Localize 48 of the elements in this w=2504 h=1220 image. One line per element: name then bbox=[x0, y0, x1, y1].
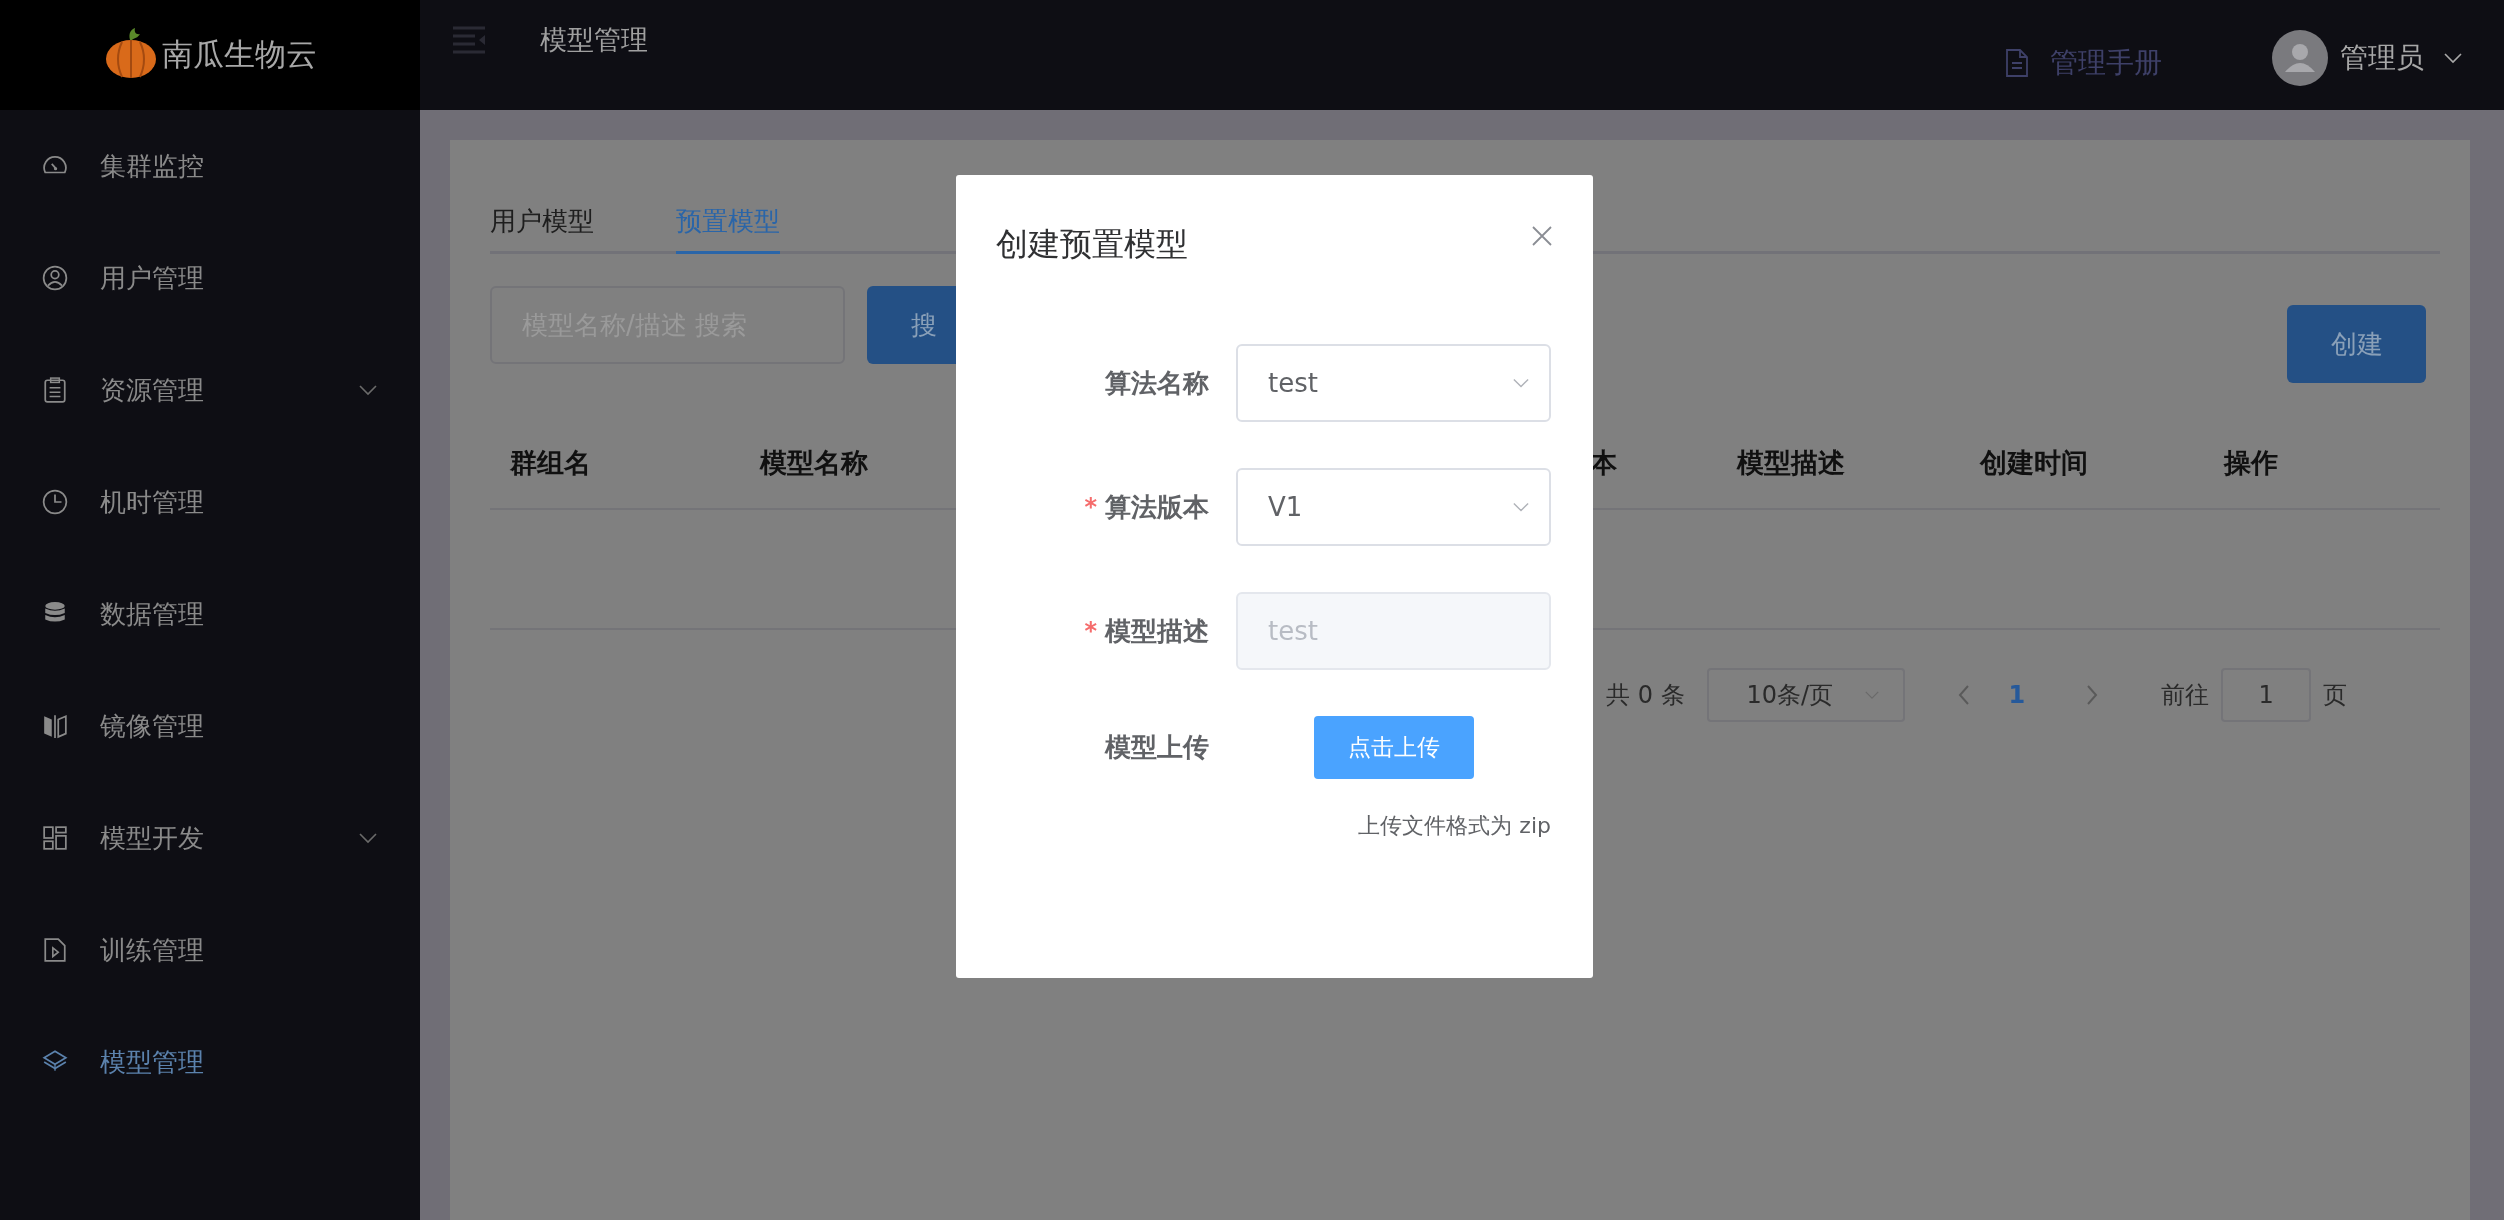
sidebar-item[interactable]: 模型管理 bbox=[0, 1006, 420, 1118]
field-label: 模型上传 bbox=[1105, 731, 1209, 764]
field-label: 算法名称 bbox=[1105, 366, 1209, 400]
tab[interactable]: 用户模型 bbox=[490, 204, 594, 254]
page-title: 模型管理 bbox=[540, 23, 648, 57]
book-icon bbox=[42, 713, 68, 739]
jump-label: 前往 bbox=[2161, 680, 2210, 711]
brand-name: 南瓜生物云 bbox=[161, 35, 317, 74]
document-icon bbox=[2006, 49, 2028, 77]
page-size-select[interactable]: 10条/页 bbox=[1706, 668, 1905, 722]
column-header: 创建时间 bbox=[1978, 446, 2089, 480]
field-label: 模型描述 bbox=[1105, 614, 1209, 648]
sidebar-item[interactable]: 集群监控 bbox=[0, 110, 420, 222]
total-count: 共 0 条 bbox=[1606, 680, 1685, 711]
field-label: 算法版本 bbox=[1105, 490, 1209, 524]
user-icon bbox=[42, 265, 68, 291]
page-jump-field[interactable]: 1 bbox=[2221, 668, 2312, 722]
column-header: 群组名 bbox=[509, 446, 592, 480]
menu-fold-icon bbox=[453, 26, 485, 54]
sidebar-item[interactable]: 用户管理 bbox=[0, 222, 420, 334]
avatar-icon bbox=[2272, 30, 2328, 86]
chevron-right-icon bbox=[2085, 684, 2100, 706]
pumpkin-icon bbox=[103, 26, 158, 80]
select-field[interactable]: V1 bbox=[1236, 468, 1551, 546]
close-icon bbox=[1531, 225, 1553, 247]
sidebar-item[interactable]: 训练管理 bbox=[0, 894, 420, 1006]
select-field[interactable]: test bbox=[1236, 344, 1551, 422]
grid-icon bbox=[42, 825, 68, 851]
clipboard-icon bbox=[42, 377, 68, 403]
clock-icon bbox=[42, 489, 68, 515]
chevron-left-icon bbox=[1956, 684, 1971, 706]
create-button[interactable]: 创建 bbox=[2287, 305, 2426, 383]
sidebar-item[interactable]: 资源管理 bbox=[0, 334, 420, 446]
page-suffix: 页 bbox=[2323, 680, 2348, 711]
close-button[interactable] bbox=[1531, 225, 1553, 247]
column-header: 操作 bbox=[2222, 446, 2279, 480]
sidebar-item[interactable]: 机时管理 bbox=[0, 446, 420, 558]
required-mark: * bbox=[1084, 493, 1097, 521]
sidebar-item[interactable]: 模型开发 bbox=[0, 782, 420, 894]
dialog-title: 创建预置模型 bbox=[996, 224, 1188, 265]
sidebar-item[interactable]: 镜像管理 bbox=[0, 670, 420, 782]
sidebar-item[interactable]: 数据管理 bbox=[0, 558, 420, 670]
user-menu[interactable]: 管理员 bbox=[2272, 30, 2464, 86]
column-header: 模型描述 bbox=[1735, 446, 1846, 480]
file-play-icon bbox=[42, 937, 68, 963]
required-mark: * bbox=[1084, 617, 1097, 645]
column-header: 模型名称 bbox=[758, 446, 869, 480]
upload-hint: 上传文件格式为 zip bbox=[1357, 812, 1551, 840]
